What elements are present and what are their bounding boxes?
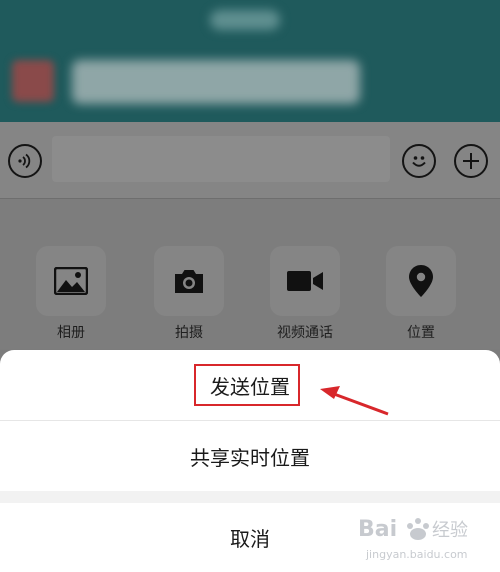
location-label: 位置 bbox=[407, 325, 435, 341]
message-bubble bbox=[72, 60, 360, 104]
message-input[interactable] bbox=[52, 136, 390, 182]
video-call-label: 视频通话 bbox=[277, 325, 333, 341]
emoji-button[interactable] bbox=[402, 144, 436, 178]
avatar bbox=[12, 60, 54, 102]
more-options-button[interactable] bbox=[454, 144, 488, 178]
plus-icon bbox=[463, 153, 479, 169]
camera-icon bbox=[175, 270, 203, 293]
video-call-icon bbox=[287, 271, 323, 291]
cancel-label: 取消 bbox=[230, 527, 270, 551]
chat-title-blurred bbox=[210, 10, 280, 30]
camera-tile[interactable] bbox=[154, 246, 224, 316]
annotation-arrow-icon bbox=[320, 386, 389, 416]
camera-label: 拍摄 bbox=[175, 325, 203, 341]
share-live-location-option[interactable]: 共享实时位置 bbox=[0, 421, 500, 491]
svg-text:jingyan.baidu.com: jingyan.baidu.com bbox=[365, 548, 468, 561]
album-tile[interactable] bbox=[36, 246, 106, 316]
voice-input-button[interactable] bbox=[8, 144, 42, 178]
sheet-gap bbox=[0, 491, 500, 503]
baidu-jingyan-watermark-icon: Bai 经验 jingyan.baidu.com bbox=[358, 517, 468, 561]
emoji-icon bbox=[412, 156, 426, 167]
svg-text:Bai: Bai bbox=[358, 517, 397, 542]
location-tile[interactable] bbox=[386, 246, 456, 316]
svg-text:经验: 经验 bbox=[432, 520, 468, 541]
photo-album-icon bbox=[54, 267, 88, 295]
voice-icon bbox=[18, 153, 31, 169]
highlight-box bbox=[194, 364, 300, 406]
album-label: 相册 bbox=[57, 325, 85, 341]
share-live-location-label: 共享实时位置 bbox=[190, 445, 310, 470]
video-call-tile[interactable] bbox=[270, 246, 340, 316]
location-pin-icon bbox=[409, 265, 433, 297]
